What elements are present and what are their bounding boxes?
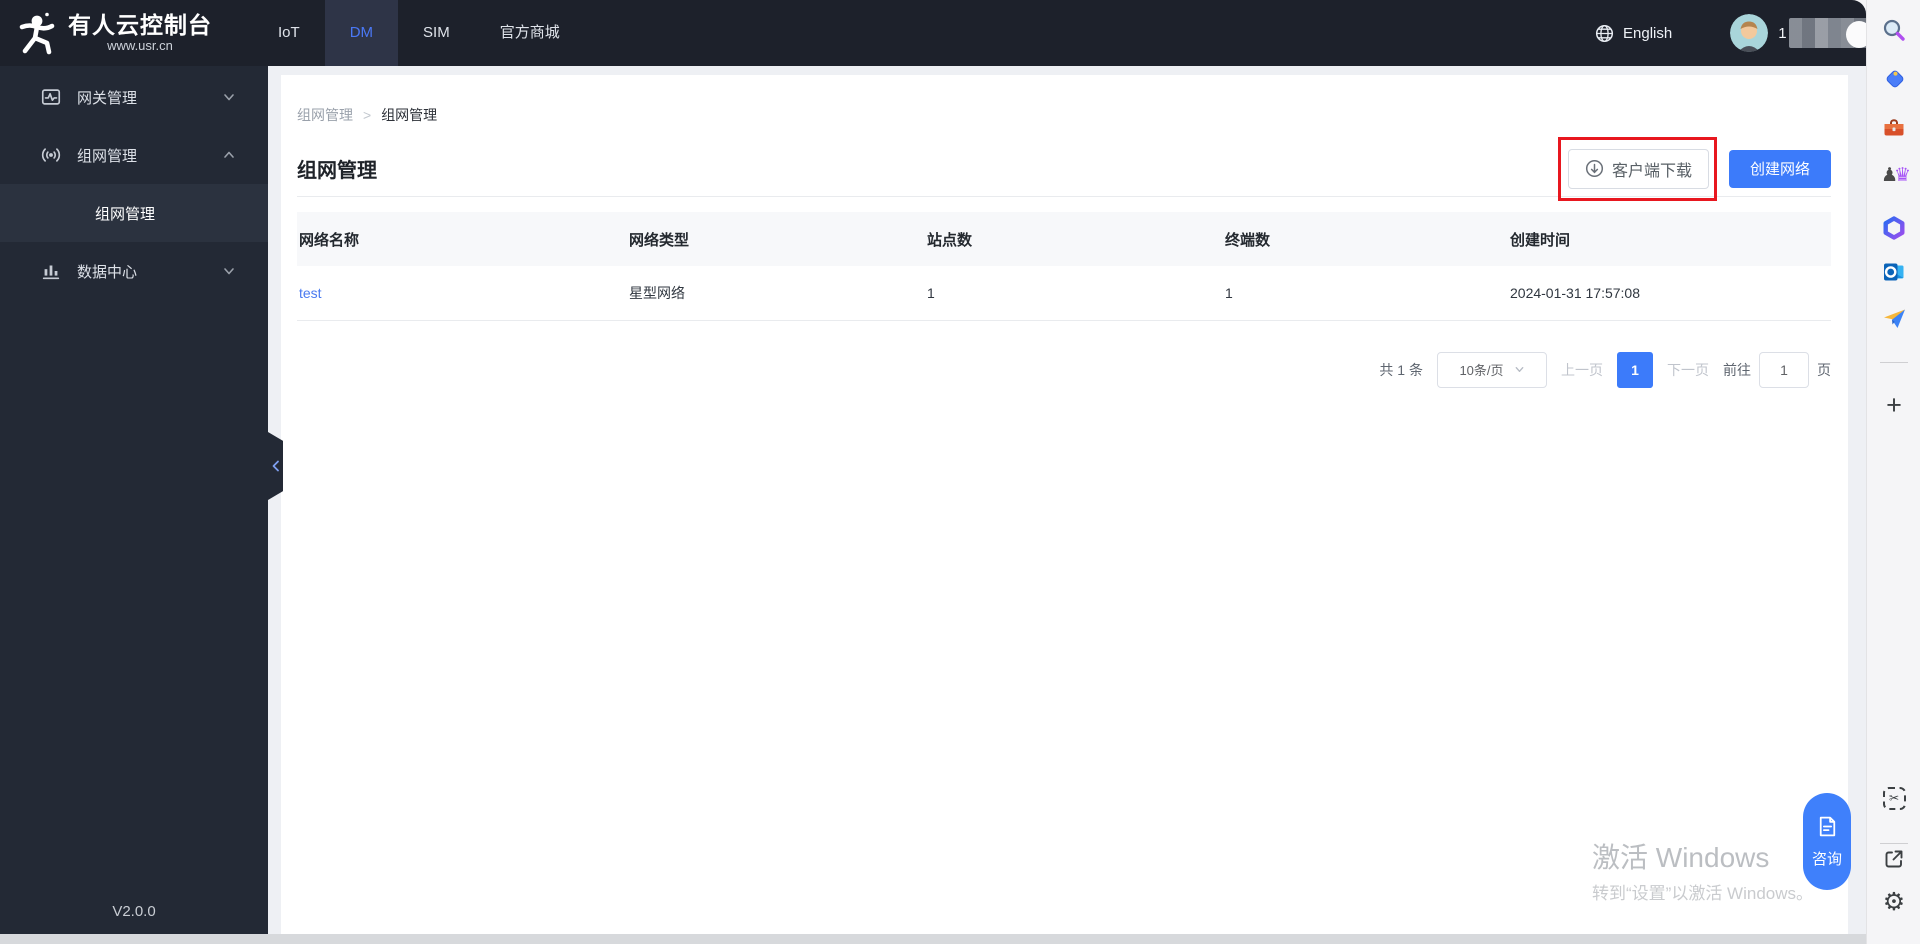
- document-icon: [1819, 816, 1835, 837]
- client-download-button[interactable]: 客户端下载: [1567, 148, 1709, 189]
- games-icon[interactable]: ♟ ♛: [1867, 158, 1920, 192]
- version-label: V2.0.0: [112, 903, 156, 920]
- outlook-icon[interactable]: [1867, 255, 1920, 289]
- network-table: 网络名称 网络类型 站点数 终端数 创建时间 test 星型网络 1 1 202…: [297, 212, 1831, 321]
- sidebar-item-networking[interactable]: 组网管理: [0, 126, 268, 184]
- cell-site-count: 1: [927, 284, 935, 301]
- goto-suffix: 页: [1817, 361, 1831, 378]
- chevron-down-icon: [1515, 366, 1523, 373]
- goto-page: 前往 页: [1723, 351, 1831, 388]
- page-size-value: 10条/页: [1459, 363, 1504, 378]
- globe-icon: [1595, 24, 1614, 42]
- page-size-select[interactable]: 10条/页: [1437, 351, 1547, 388]
- tab-dm[interactable]: DM: [324, 0, 399, 66]
- add-icon[interactable]: +: [1867, 388, 1920, 422]
- censor-artifact-dot: [1846, 21, 1866, 48]
- download-icon: [1585, 159, 1604, 178]
- consult-float-button[interactable]: 咨询: [1803, 793, 1851, 890]
- screen: 有人云控制台 www.usr.cn IoT DM SIM 官方商城 Englis…: [0, 0, 1920, 944]
- main-area: 组网管理 > 组网管理 组网管理 客户端下载 创建网络 网络名称 网络类型 站点…: [268, 66, 1866, 934]
- gateway-icon: [41, 89, 61, 105]
- prev-page-button[interactable]: 上一页: [1561, 360, 1603, 380]
- next-page-button[interactable]: 下一页: [1667, 360, 1709, 380]
- tab-iot[interactable]: IoT: [253, 0, 325, 66]
- tab-shop[interactable]: 官方商城: [475, 0, 585, 66]
- sidebar: 网关管理 组网管理 组网管理 数据中心 V2.0.0: [0, 66, 268, 934]
- cell-network-type: 星型网络: [629, 284, 685, 301]
- consult-label: 咨询: [1811, 851, 1842, 868]
- search-icon[interactable]: [1867, 13, 1920, 47]
- page-header-row: 组网管理 客户端下载 创建网络: [297, 136, 1831, 201]
- pagination: 共 1 条 10条/页 上一页 1 下一页 前往 页: [297, 351, 1831, 388]
- cell-terminal-count: 1: [1225, 284, 1233, 301]
- sidebar-item-datacenter[interactable]: 数据中心: [0, 242, 268, 300]
- sidebar-subitem-networking[interactable]: 组网管理: [0, 184, 268, 242]
- browser-sidebar: ♟ ♛ + ✂ ⚙: [1866, 0, 1920, 944]
- drop-icon[interactable]: [1867, 301, 1920, 335]
- table-row: test 星型网络 1 1 2024-01-31 17:57:08: [297, 266, 1831, 320]
- screenshot-icon[interactable]: ✂: [1867, 781, 1920, 815]
- chevron-up-icon: [224, 151, 234, 158]
- annotation-red-box: 客户端下载: [1557, 136, 1717, 201]
- top-nav: IoT DM SIM 官方商城: [253, 0, 585, 66]
- network-name-link[interactable]: test: [299, 285, 322, 301]
- client-download-label: 客户端下载: [1611, 162, 1692, 180]
- cell-create-time: 2024-01-31 17:57:08: [1510, 284, 1640, 301]
- sidebar-item-label: 组网管理: [77, 147, 138, 165]
- col-network-name: 网络名称: [299, 231, 360, 249]
- page-actions: 客户端下载 创建网络: [1557, 136, 1831, 201]
- avatar[interactable]: [1730, 14, 1769, 52]
- goto-label: 前往: [1723, 361, 1751, 378]
- microsoft-365-icon[interactable]: [1867, 211, 1920, 245]
- usr-person-icon: [19, 12, 55, 55]
- breadcrumb: 组网管理 > 组网管理: [297, 75, 1831, 125]
- settings-icon[interactable]: ⚙: [1867, 886, 1920, 918]
- breadcrumb-current: 组网管理: [381, 107, 438, 123]
- sidebar-item-label: 数据中心: [77, 263, 138, 281]
- chevron-down-icon: [224, 94, 234, 101]
- sidebar-item-gateway[interactable]: 网关管理: [0, 68, 268, 126]
- logo[interactable]: 有人云控制台 www.usr.cn: [16, 0, 212, 66]
- page-title: 组网管理: [297, 160, 377, 182]
- goto-page-input[interactable]: [1759, 351, 1809, 388]
- col-site-count: 站点数: [927, 231, 973, 249]
- content-card: 组网管理 > 组网管理 组网管理 客户端下载 创建网络 网络名称 网络类型 站点…: [281, 75, 1848, 934]
- create-network-button[interactable]: 创建网络: [1728, 149, 1831, 188]
- signal-icon: [41, 148, 61, 162]
- table-header-row: 网络名称 网络类型 站点数 终端数 创建时间: [297, 212, 1831, 266]
- tools-icon[interactable]: [1867, 111, 1920, 145]
- col-network-type: 网络类型: [629, 231, 690, 249]
- app-window: 有人云控制台 www.usr.cn IoT DM SIM 官方商城 Englis…: [0, 0, 1866, 944]
- breadcrumb-parent[interactable]: 组网管理: [297, 105, 353, 125]
- app-title: 有人云控制台: [68, 12, 212, 38]
- col-create-time: 创建时间: [1510, 231, 1571, 249]
- open-in-browser-icon[interactable]: [1867, 844, 1920, 874]
- language-switch[interactable]: English: [1623, 25, 1672, 42]
- top-header: 有人云控制台 www.usr.cn IoT DM SIM 官方商城 Englis…: [0, 0, 1866, 66]
- sidebar-divider: [1880, 362, 1908, 363]
- tab-sim[interactable]: SIM: [398, 0, 475, 66]
- total-count: 共 1 条: [1379, 361, 1423, 378]
- page-number-active[interactable]: 1: [1617, 351, 1653, 388]
- bar-chart-icon: [42, 265, 60, 280]
- col-terminal-count: 终端数: [1225, 231, 1271, 249]
- chevron-left-icon: [272, 460, 279, 472]
- username[interactable]: 1: [1778, 25, 1786, 42]
- sidebar-collapse-handle[interactable]: [268, 432, 283, 500]
- shopping-icon[interactable]: [1867, 61, 1920, 95]
- sidebar-item-label: 网关管理: [77, 89, 138, 107]
- chevron-down-icon: [224, 268, 234, 275]
- breadcrumb-separator: >: [363, 107, 372, 123]
- header-right: English 1: [1595, 0, 1866, 66]
- app-subtitle: www.usr.cn: [107, 38, 173, 53]
- horizontal-scrollbar[interactable]: [0, 934, 1866, 944]
